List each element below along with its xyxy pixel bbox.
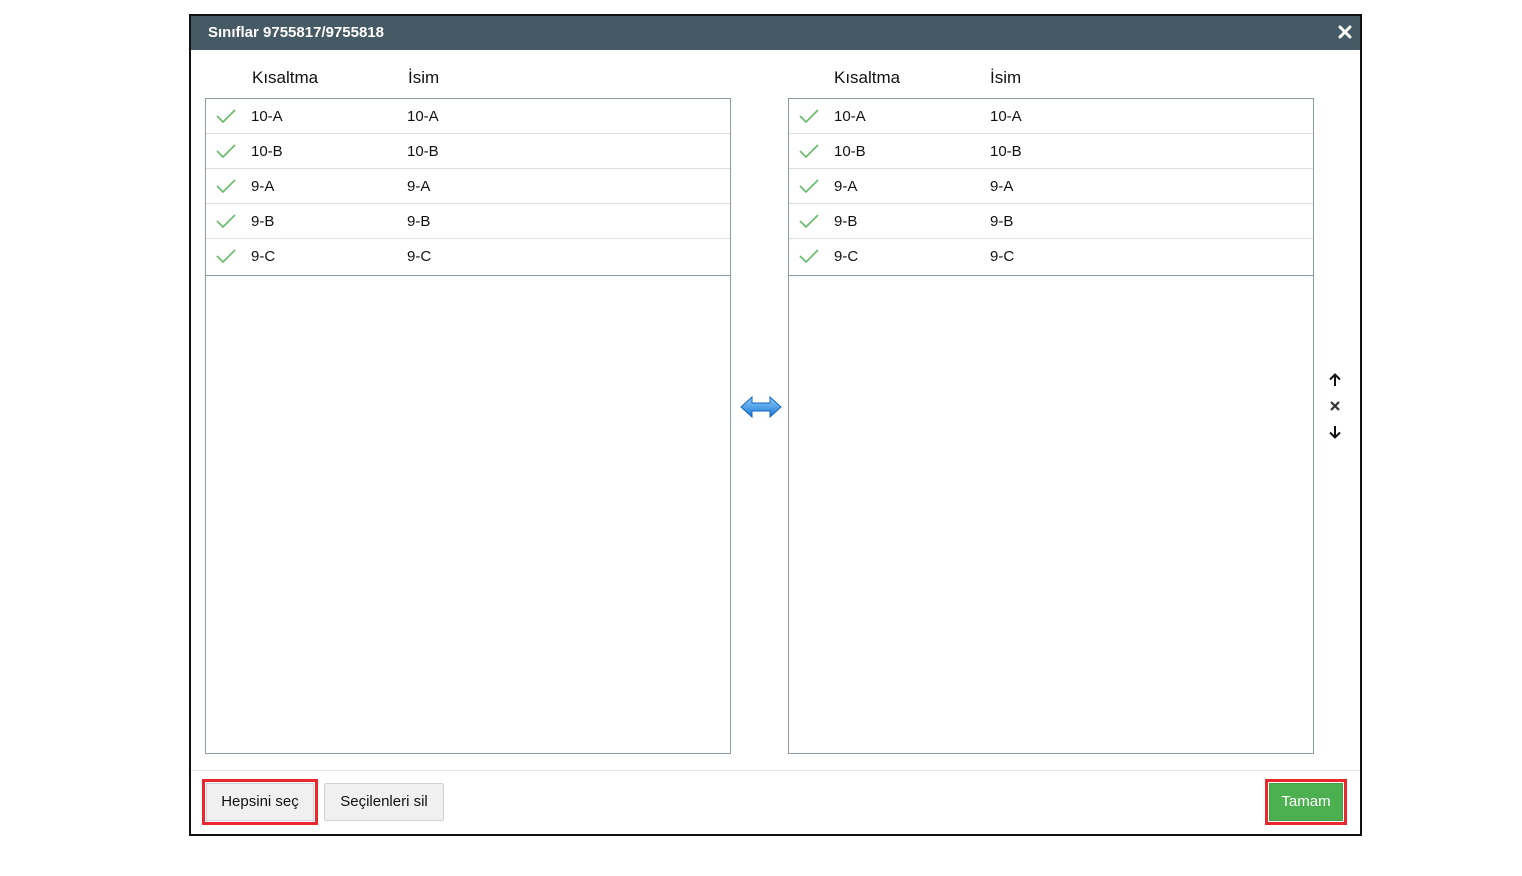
check-icon	[216, 144, 236, 159]
check-icon	[799, 249, 819, 264]
row-name: 9-A	[407, 178, 431, 195]
check-icon	[799, 109, 819, 124]
row-name: 9-A	[990, 178, 1014, 195]
table-row[interactable]: 10-A 10-A	[206, 99, 730, 134]
row-abbr: 10-B	[251, 143, 283, 160]
row-name: 10-B	[990, 143, 1022, 160]
check-icon	[216, 214, 236, 229]
table-row[interactable]: 9-C 9-C	[789, 239, 1313, 275]
row-name: 10-A	[407, 108, 439, 125]
right-list-rows: 10-A 10-A 10-B 10-B 9-A 9-A 9-B 9-B 9-C	[789, 99, 1313, 276]
table-row[interactable]: 10-B 10-B	[206, 134, 730, 169]
row-abbr: 9-B	[834, 213, 858, 230]
row-abbr: 10-A	[834, 108, 866, 125]
table-row[interactable]: 10-B 10-B	[789, 134, 1313, 169]
check-icon	[799, 144, 819, 159]
table-row[interactable]: 9-A 9-A	[206, 169, 730, 204]
delete-selected-button[interactable]: Seçilenleri sil	[324, 783, 444, 821]
dialog-titlebar: Sınıflar 9755817/9755818	[191, 16, 1360, 50]
right-header-name[interactable]: İsim	[990, 68, 1021, 88]
swap-arrows-icon[interactable]	[740, 396, 782, 418]
left-header-abbr[interactable]: Kısaltma	[252, 68, 318, 88]
table-row[interactable]: 9-B 9-B	[789, 204, 1313, 239]
right-header-abbr[interactable]: Kısaltma	[834, 68, 900, 88]
row-abbr: 9-A	[834, 178, 858, 195]
row-abbr: 9-C	[834, 248, 859, 265]
classes-dialog: Sınıflar 9755817/9755818 Kısaltma İsim K…	[189, 14, 1362, 836]
ok-button[interactable]: Tamam	[1265, 779, 1347, 825]
left-class-list[interactable]: 10-A 10-A 10-B 10-B 9-A 9-A 9-B 9-B 9-C	[205, 98, 731, 754]
row-abbr: 9-C	[251, 248, 276, 265]
check-icon	[216, 249, 236, 264]
close-icon[interactable]	[1328, 399, 1342, 413]
row-abbr: 9-A	[251, 178, 275, 195]
row-name: 9-C	[407, 248, 432, 265]
row-name: 10-A	[990, 108, 1022, 125]
left-list-rows: 10-A 10-A 10-B 10-B 9-A 9-A 9-B 9-B 9-C	[206, 99, 730, 276]
row-abbr: 10-B	[834, 143, 866, 160]
check-icon	[216, 179, 236, 194]
close-icon[interactable]	[1337, 24, 1353, 40]
left-header-name[interactable]: İsim	[408, 68, 439, 88]
select-all-button[interactable]: Hepsini seç	[202, 779, 318, 825]
table-row[interactable]: 9-A 9-A	[789, 169, 1313, 204]
right-class-list[interactable]: 10-A 10-A 10-B 10-B 9-A 9-A 9-B 9-B 9-C	[788, 98, 1314, 754]
check-icon	[216, 109, 236, 124]
table-row[interactable]: 10-A 10-A	[789, 99, 1313, 134]
table-row[interactable]: 9-B 9-B	[206, 204, 730, 239]
dialog-title: Sınıflar 9755817/9755818	[208, 24, 384, 41]
row-abbr: 9-B	[251, 213, 275, 230]
dialog-footer: Hepsini seç Seçilenleri sil Tamam	[191, 770, 1360, 835]
arrow-down-icon[interactable]	[1328, 425, 1342, 439]
check-icon	[799, 179, 819, 194]
row-name: 9-B	[407, 213, 431, 230]
table-row[interactable]: 9-C 9-C	[206, 239, 730, 275]
row-name: 10-B	[407, 143, 439, 160]
check-icon	[799, 214, 819, 229]
arrow-up-icon[interactable]	[1328, 373, 1342, 387]
row-name: 9-C	[990, 248, 1015, 265]
row-name: 9-B	[990, 213, 1014, 230]
row-abbr: 10-A	[251, 108, 283, 125]
